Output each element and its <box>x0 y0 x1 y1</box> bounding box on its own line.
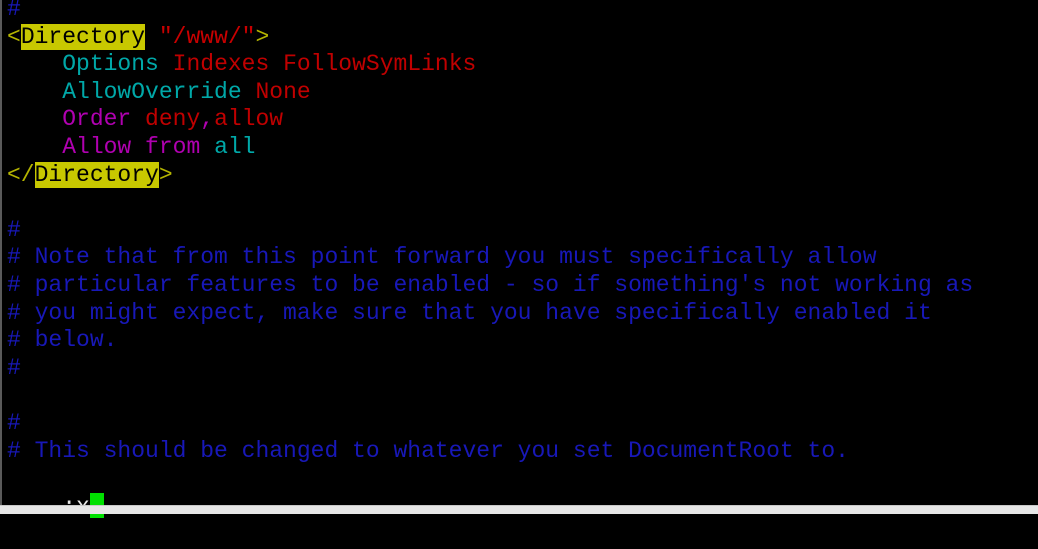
syntax-token: # you might expect, make sure that you h… <box>7 299 932 326</box>
syntax-token <box>7 106 62 132</box>
syntax-token <box>200 134 214 160</box>
search-highlight: Directory <box>34 161 159 188</box>
syntax-token: # below. <box>7 327 118 354</box>
syntax-token: None <box>255 78 311 105</box>
syntax-token <box>242 79 256 105</box>
buffer-line: # particular features to be enabled - so… <box>7 272 973 300</box>
syntax-token: # <box>7 410 21 436</box>
buffer-line: Order deny,allow <box>7 106 283 134</box>
syntax-token: "/www/" <box>158 23 256 50</box>
syntax-token <box>7 51 62 77</box>
syntax-token: allow <box>214 106 284 133</box>
syntax-token: # <box>7 216 21 243</box>
syntax-token <box>131 106 145 132</box>
syntax-token <box>145 24 159 50</box>
syntax-token: # particular features to be enabled - so… <box>7 272 974 298</box>
buffer-line: # This should be changed to whatever you… <box>7 438 849 466</box>
buffer-line: # Note that from this point forward you … <box>7 244 877 272</box>
syntax-token <box>159 51 173 77</box>
syntax-token: deny <box>145 106 201 133</box>
buffer-line: AllowOverride None <box>7 78 311 107</box>
vim-command-line[interactable]: :x <box>7 465 104 520</box>
syntax-token: # Note that from this point forward you … <box>7 244 877 271</box>
buffer-line: Options Indexes FollowSymLinks <box>7 51 476 79</box>
buffer-line: </Directory> <box>7 161 173 190</box>
buffer-line: # you might expect, make sure that you h… <box>7 300 932 328</box>
syntax-token <box>131 134 145 160</box>
syntax-token: # This should be changed to whatever you… <box>7 437 849 464</box>
syntax-token: all <box>214 134 256 160</box>
buffer-line: # <box>7 217 21 245</box>
buffer-line: # <box>7 410 21 438</box>
syntax-token: > <box>255 23 270 50</box>
syntax-token: < <box>7 23 21 50</box>
terminal-window[interactable]: # <Directory "/www/"> Options Indexes Fol… <box>0 0 1038 520</box>
buffer-line: Allow from all <box>7 134 256 162</box>
syntax-token: Options <box>62 51 159 78</box>
syntax-token: from <box>145 134 201 160</box>
buffer-line: # below. <box>7 327 117 355</box>
syntax-token: , <box>200 106 215 133</box>
syntax-token: Indexes FollowSymLinks <box>172 51 477 78</box>
buffer-line: <Directory "/www/"> <box>7 23 270 52</box>
syntax-token: </ <box>7 161 35 188</box>
syntax-token <box>7 79 62 105</box>
syntax-token: Order <box>62 106 132 133</box>
syntax-token <box>7 134 62 160</box>
syntax-token: # <box>7 354 21 381</box>
syntax-token: Allow <box>62 134 132 160</box>
search-highlight: Directory <box>20 23 146 50</box>
syntax-token: # <box>7 0 21 22</box>
syntax-token: AllowOverride <box>62 78 242 105</box>
buffer-line: # <box>7 0 21 24</box>
syntax-token: > <box>158 161 173 188</box>
buffer-line: # <box>7 355 21 383</box>
